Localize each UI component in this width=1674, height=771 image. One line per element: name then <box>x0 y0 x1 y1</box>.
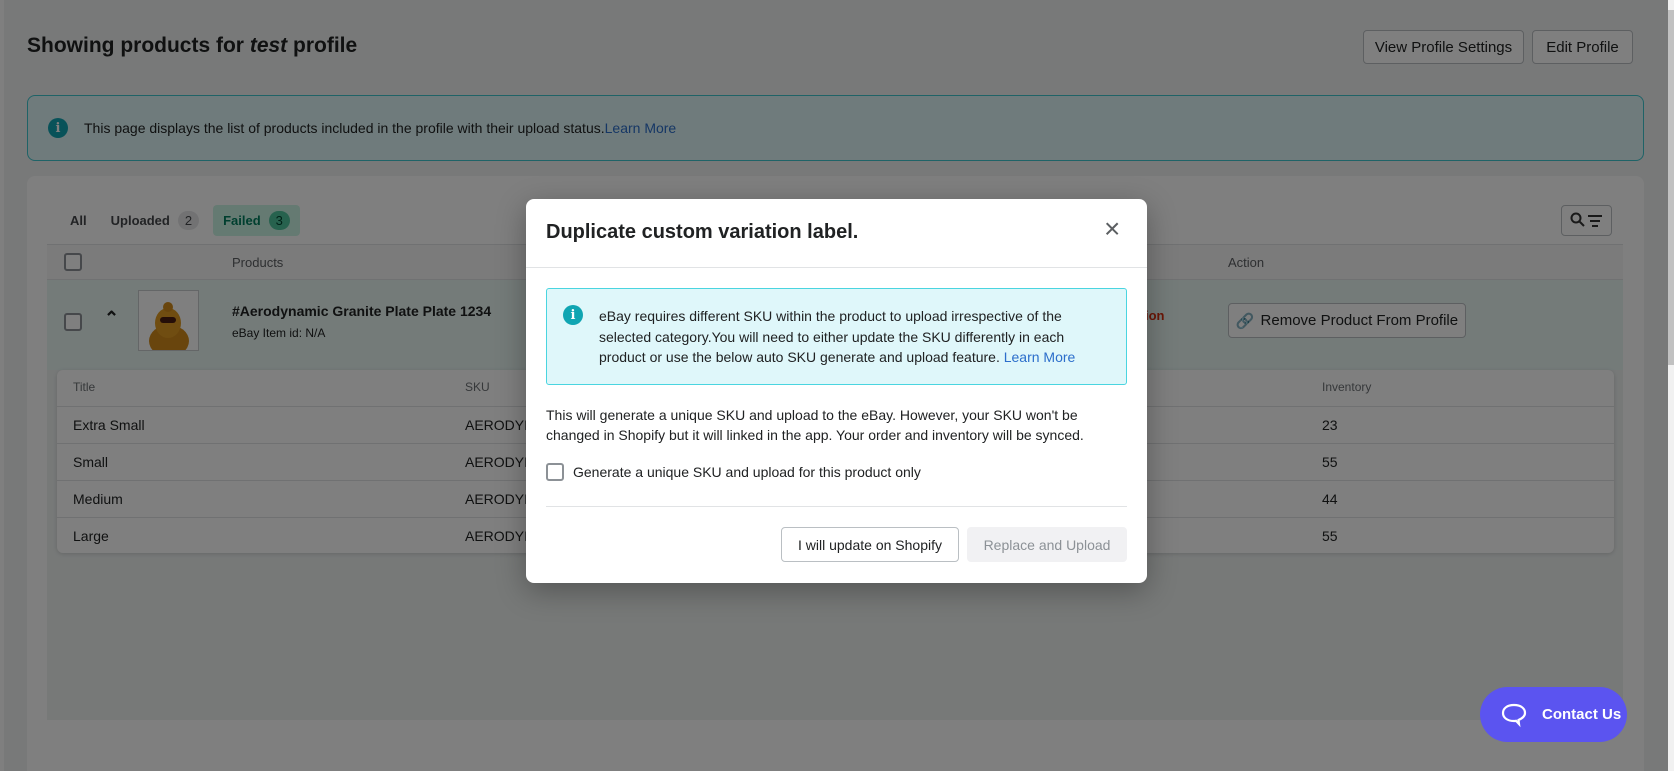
contact-us-label: Contact Us <box>1542 706 1622 723</box>
modal-info-text: eBay requires different SKU within the p… <box>599 308 1065 365</box>
modal-description: This will generate a unique SKU and uplo… <box>546 407 1084 443</box>
modal-info-box: i eBay requires different SKU within the… <box>546 288 1127 385</box>
chat-bubble-icon <box>1501 703 1527 727</box>
contact-us-button[interactable]: Contact Us <box>1480 687 1627 742</box>
duplicate-sku-modal: Duplicate custom variation label. × i eB… <box>526 199 1147 583</box>
update-on-shopify-button[interactable]: I will update on Shopify <box>781 527 959 562</box>
divider <box>546 506 1127 507</box>
generate-sku-checkbox[interactable] <box>546 463 564 481</box>
replace-and-upload-button[interactable]: Replace and Upload <box>967 527 1127 562</box>
info-icon: i <box>563 305 583 325</box>
generate-sku-option[interactable]: Generate a unique SKU and upload for thi… <box>546 463 921 481</box>
modal-learn-more-link[interactable]: Learn More <box>1004 349 1076 365</box>
close-icon[interactable]: × <box>1104 213 1120 245</box>
divider <box>526 267 1147 268</box>
scrollbar-thumb[interactable] <box>1668 10 1674 365</box>
checkbox-label: Generate a unique SKU and upload for thi… <box>573 464 921 480</box>
modal-title: Duplicate custom variation label. <box>546 221 859 243</box>
